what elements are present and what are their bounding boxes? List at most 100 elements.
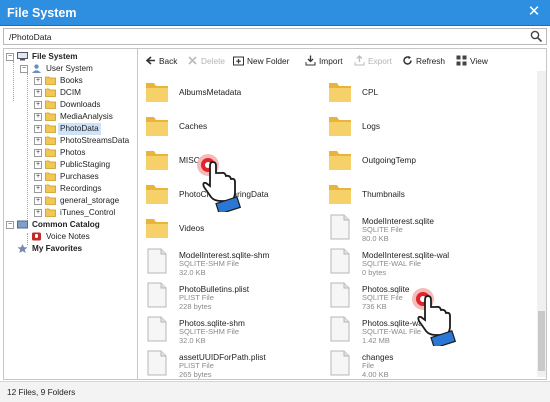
expand-icon[interactable]: + — [34, 149, 42, 157]
file-item[interactable]: assetUUIDForPath.plist PLIST File 265 byte… — [145, 349, 335, 379]
folder-icon — [45, 184, 56, 193]
tree-label: DCIM — [60, 88, 81, 97]
export-icon — [354, 55, 365, 66]
search-icon[interactable] — [530, 30, 543, 43]
item-name: Thumbnails — [362, 189, 405, 199]
file-item[interactable]: PhotoBulletins.plist PLIST File 228 bytes — [145, 281, 335, 311]
item-name: Logs — [362, 121, 380, 131]
folder-icon — [45, 148, 56, 157]
folder-item[interactable]: Thumbnails — [328, 179, 518, 209]
folder-tree: − File System − User System + Books + DCIM +… — [4, 49, 138, 379]
item-type: SQLITE-WAL File — [362, 259, 422, 268]
expand-icon[interactable]: + — [34, 173, 42, 181]
document-icon — [330, 282, 350, 308]
item-type: SQLITE File — [362, 293, 403, 302]
new-folder-button[interactable]: New Folder — [233, 54, 289, 68]
item-type: SQLITE-SHM File — [179, 327, 240, 336]
document-icon — [147, 350, 167, 376]
item-name: OutgoingTemp — [362, 155, 416, 165]
catalog-icon — [17, 220, 28, 229]
folder-item[interactable]: CPL — [328, 77, 518, 107]
folder-icon — [146, 151, 168, 170]
folder-item[interactable]: Logs — [328, 111, 518, 141]
path-value: /PhotoData — [9, 32, 52, 42]
item-type: File — [362, 361, 375, 370]
expand-icon[interactable]: + — [34, 125, 42, 133]
file-item[interactable]: Photos.sqlite-shm SQLITE-SHM File 32.0 KB — [145, 315, 335, 345]
item-size: 80.0 KB — [362, 234, 389, 243]
item-type: PLIST File — [179, 361, 214, 370]
delete-icon — [188, 56, 197, 65]
expand-icon[interactable]: + — [34, 197, 42, 205]
import-button[interactable]: Import — [305, 54, 343, 68]
tree-label: Common Catalog — [32, 220, 100, 229]
path-input[interactable]: /PhotoData — [3, 28, 547, 45]
file-item[interactable]: ModelInterest.sqlite SQLITE File 80.0 KB — [328, 213, 518, 243]
file-item[interactable]: ModelInterest.sqlite-wal SQLITE-WAL File 0… — [328, 247, 518, 277]
expand-icon[interactable]: + — [34, 185, 42, 193]
item-size: 0 bytes — [362, 268, 387, 277]
document-icon — [330, 316, 350, 342]
tree-label: Photos — [60, 148, 86, 157]
status-text: 12 Files, 9 Folders — [7, 387, 76, 397]
document-icon — [330, 350, 350, 376]
expand-icon[interactable]: + — [34, 161, 42, 169]
view-label: View — [470, 56, 488, 66]
expand-icon[interactable]: + — [34, 209, 42, 217]
refresh-label: Refresh — [416, 56, 446, 66]
toolbar: Back Delete New Folder Import Export Ref… — [140, 51, 546, 71]
folder-icon — [146, 117, 168, 136]
tree-label: User System — [46, 64, 93, 73]
item-size: 228 bytes — [179, 302, 212, 311]
back-button[interactable]: Back — [145, 54, 177, 68]
folder-icon — [329, 117, 351, 136]
collapse-icon[interactable]: − — [6, 221, 14, 229]
title-bar: File System ✕ — [0, 0, 550, 26]
file-item[interactable]: ModelInterest.sqlite-shm SQLITE-SHM File 3… — [145, 247, 335, 277]
expand-icon[interactable]: + — [34, 137, 42, 145]
expand-icon[interactable]: + — [34, 89, 42, 97]
tree-label: Books — [60, 76, 83, 85]
user-icon — [32, 64, 41, 73]
folder-item[interactable]: Caches — [145, 111, 335, 141]
tree-label: PhotoStreamsData — [60, 136, 130, 145]
expand-icon[interactable]: + — [34, 101, 42, 109]
export-button[interactable]: Export — [354, 54, 392, 68]
tree-label: Downloads — [60, 100, 101, 109]
computer-icon — [17, 52, 28, 61]
delete-button[interactable]: Delete — [187, 54, 225, 68]
file-item[interactable]: changes File 4.00 KB — [328, 349, 518, 379]
item-size: 736 KB — [362, 302, 387, 311]
folder-icon — [45, 88, 56, 97]
back-label: Back — [159, 56, 178, 66]
folder-item[interactable]: OutgoingTemp — [328, 145, 518, 175]
folder-icon — [146, 83, 168, 102]
collapse-icon[interactable]: − — [6, 53, 14, 61]
expand-icon[interactable]: + — [34, 77, 42, 85]
expand-icon[interactable]: + — [34, 113, 42, 121]
folder-icon — [45, 124, 56, 133]
tree-label: iTunes_Control — [60, 208, 116, 217]
tree-label: Voice Notes — [46, 232, 90, 241]
collapse-icon[interactable]: − — [20, 65, 28, 73]
voice-notes-icon — [32, 232, 41, 241]
document-icon — [147, 316, 167, 342]
vertical-scrollbar[interactable] — [537, 71, 546, 377]
document-icon — [147, 282, 167, 308]
item-size: 1.42 MB — [362, 336, 390, 345]
view-button[interactable]: View — [456, 54, 488, 68]
folder-icon — [329, 185, 351, 204]
tree-label: PublicStaging — [60, 160, 111, 169]
document-icon — [330, 248, 350, 274]
import-icon — [305, 55, 316, 66]
tree-label: Purchases — [60, 172, 99, 181]
folder-item[interactable]: AlbumsMetadata — [145, 77, 335, 107]
item-type: SQLITE-SHM File — [179, 259, 240, 268]
hand-pointer-icon — [197, 154, 242, 212]
refresh-button[interactable]: Refresh — [402, 54, 445, 68]
scrollbar-thumb[interactable] — [538, 311, 545, 371]
tree-label: MediaAnalysis — [60, 112, 113, 121]
close-icon[interactable]: ✕ — [525, 3, 543, 21]
folder-item[interactable]: Videos — [145, 213, 335, 243]
folder-icon — [45, 112, 56, 121]
